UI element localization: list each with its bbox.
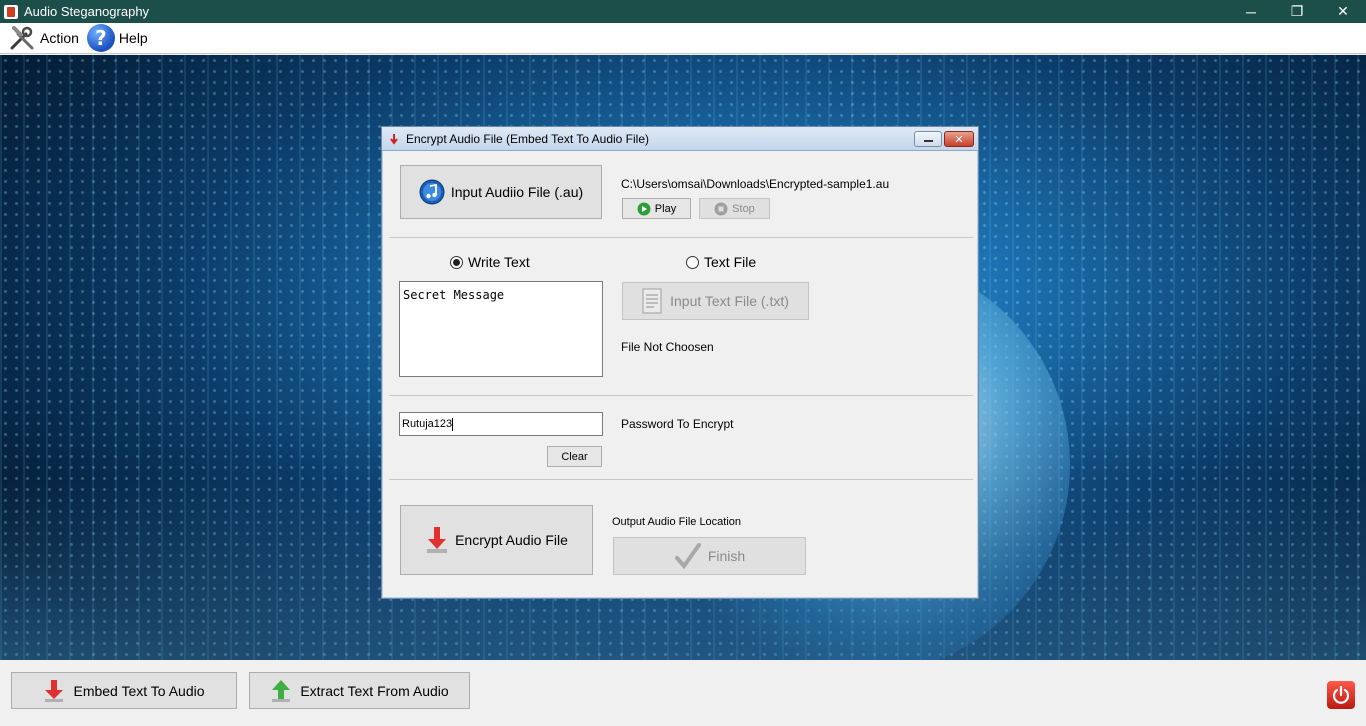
text-file-status: File Not Choosen (621, 340, 714, 354)
play-icon (637, 202, 651, 216)
menu-action-label: Action (40, 30, 79, 46)
java-dialog-icon (388, 133, 400, 145)
input-audio-button[interactable]: Input Audiio File (.au) (400, 165, 602, 219)
audio-file-path: C:\Users\omsai\Downloads\Encrypted-sampl… (621, 177, 890, 191)
encrypt-section: Encrypt Audio File Output Audio File Loc… (389, 480, 973, 596)
password-value: Rutuja123 (402, 418, 453, 430)
text-file-label: Text File (704, 254, 757, 270)
window-titlebar: Audio Steganography ─ ❐ ✕ (0, 0, 1366, 23)
menu-help[interactable]: ? Help (83, 23, 152, 54)
extract-text-label: Extract Text From Audio (300, 682, 449, 699)
menu-bar: Action ? Help (0, 23, 1366, 54)
dialog-close-button[interactable]: ✕ (944, 131, 974, 147)
power-icon[interactable] (1327, 681, 1355, 709)
message-textarea[interactable]: Secret Message (399, 281, 603, 377)
embed-text-button[interactable]: Embed Text To Audio (11, 672, 237, 709)
write-text-radio-dot (450, 255, 463, 269)
finish-label: Finish (707, 548, 746, 564)
write-text-label: Write Text (468, 254, 530, 270)
bottom-toolbar: Embed Text To Audio Extract Text From Au… (0, 660, 1366, 726)
extract-text-button[interactable]: Extract Text From Audio (249, 672, 470, 709)
java-app-icon (4, 4, 18, 19)
itunes-icon (419, 179, 445, 205)
stop-label: Stop (732, 202, 755, 215)
down-arrow-icon (425, 525, 449, 555)
stop-icon (714, 202, 728, 216)
play-button[interactable]: Play (622, 198, 691, 219)
dialog-title: Encrypt Audio File (Embed Text To Audio … (406, 131, 650, 146)
stop-button[interactable]: Stop (699, 198, 770, 219)
dialog-titlebar: Encrypt Audio File (Embed Text To Audio … (382, 127, 978, 151)
message-section: Write Text Text File Secret Message Inpu… (389, 238, 973, 396)
password-input[interactable]: Rutuja123 (399, 412, 603, 436)
input-text-file-button[interactable]: Input Text File (.txt) (622, 282, 809, 320)
dialog-minimize-button[interactable] (914, 131, 942, 147)
finish-button[interactable]: Finish (613, 537, 806, 575)
checkmark-icon (674, 542, 702, 570)
password-label: Password To Encrypt (621, 417, 734, 431)
clear-label: Clear (561, 450, 588, 463)
help-icon: ? (86, 24, 115, 52)
window-controls: ─ ❐ ✕ (1228, 0, 1366, 23)
play-label: Play (654, 202, 677, 215)
write-text-radio[interactable]: Write Text (450, 254, 530, 270)
dialog-body: Input Audiio File (.au) C:\Users\omsai\D… (389, 152, 973, 596)
encrypt-audio-button[interactable]: Encrypt Audio File (400, 505, 593, 575)
password-section: Rutuja123 Password To Encrypt Clear (389, 396, 973, 480)
input-audio-label: Input Audiio File (.au) (450, 184, 584, 200)
maximize-button[interactable]: ❐ (1274, 0, 1320, 23)
menu-action[interactable]: Action (4, 23, 83, 54)
close-button[interactable]: ✕ (1320, 0, 1366, 23)
window-title: Audio Steganography (24, 4, 150, 19)
audio-input-section: Input Audiio File (.au) C:\Users\omsai\D… (389, 152, 973, 238)
text-file-radio-dot (686, 255, 699, 269)
up-arrow-icon (270, 679, 292, 703)
minimize-button[interactable]: ─ (1228, 0, 1274, 23)
menu-help-label: Help (118, 30, 148, 46)
text-file-radio[interactable]: Text File (686, 254, 756, 270)
clear-button[interactable]: Clear (547, 446, 602, 467)
input-text-file-label: Input Text File (.txt) (670, 293, 789, 309)
document-icon (642, 288, 662, 314)
embed-text-label: Embed Text To Audio (73, 682, 205, 699)
encrypt-dialog: Encrypt Audio File (Embed Text To Audio … (381, 126, 979, 599)
output-location-label: Output Audio File Location (612, 516, 742, 528)
down-arrow-icon (43, 679, 65, 703)
tools-icon (8, 24, 36, 52)
encrypt-audio-label: Encrypt Audio File (455, 532, 568, 548)
